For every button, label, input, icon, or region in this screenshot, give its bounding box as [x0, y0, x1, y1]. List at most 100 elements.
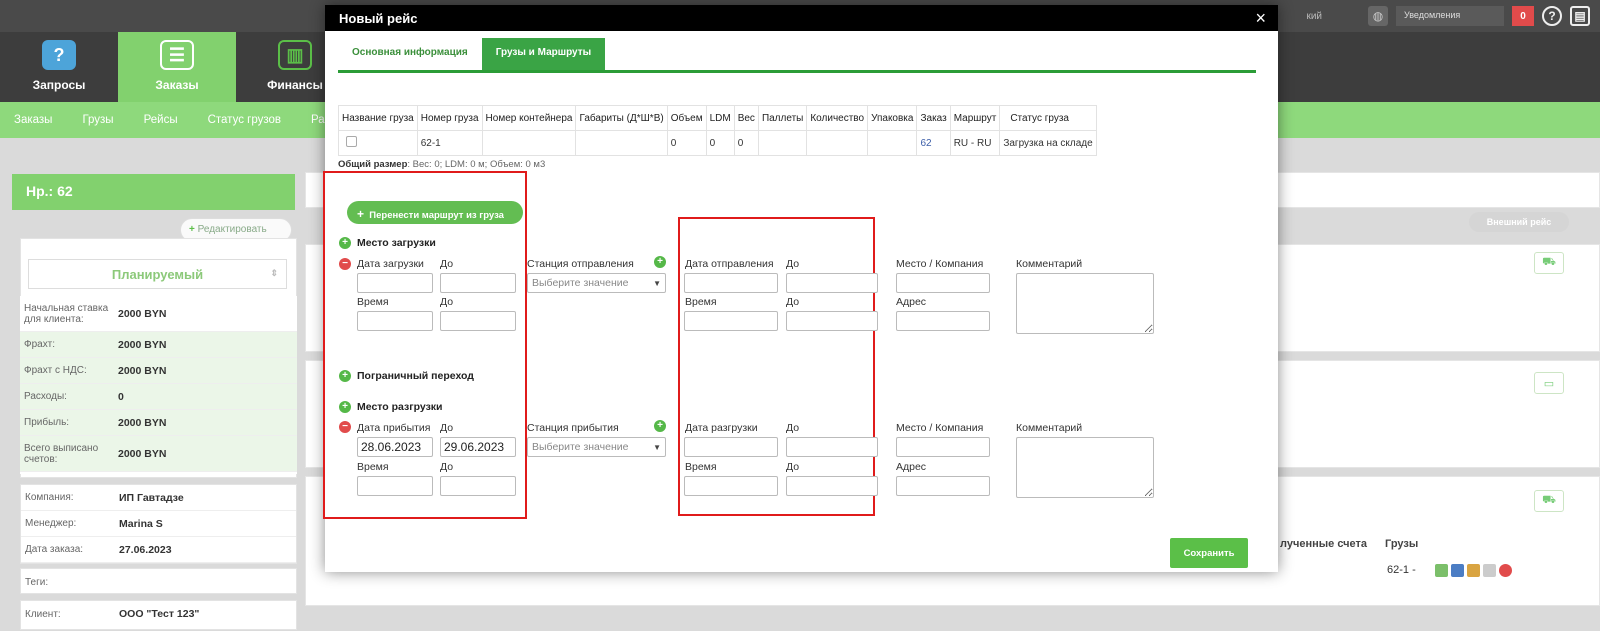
nav-requests[interactable]: ? Запросы: [0, 32, 118, 102]
subnav-cargo-status[interactable]: Статус грузов: [208, 114, 281, 126]
loading-date-input[interactable]: [357, 273, 433, 293]
unloading-place-input[interactable]: [896, 437, 990, 457]
remove-loading-icon[interactable]: −: [339, 257, 351, 270]
loading-address-input[interactable]: [896, 311, 990, 331]
globe-icon[interactable]: ◍: [1368, 6, 1388, 26]
finance-value: 2000 BYN: [118, 447, 167, 460]
tab-cargo-routes[interactable]: Грузы и Маршруты: [481, 38, 606, 70]
col-quantity: Количество: [806, 105, 869, 131]
tags-panel: Теги:: [20, 568, 297, 594]
finance-label: Прибыль:: [24, 417, 70, 428]
col-dimensions: Габариты (Д*Ш*В): [575, 105, 668, 131]
add-border-crossing-icon[interactable]: +: [339, 370, 351, 382]
loading-section-title: + Место загрузки: [339, 237, 436, 249]
departure-station-select[interactable]: Выберите значение ▼: [527, 273, 666, 293]
client-panel: Клиент: ООО "Тест 123": [20, 600, 297, 630]
subnav-orders[interactable]: Заказы: [14, 114, 52, 126]
arrival-date-to-input[interactable]: [440, 437, 516, 457]
subnav-cargo[interactable]: Грузы: [82, 114, 113, 126]
subnav-trips[interactable]: Рейсы: [144, 114, 178, 126]
book-icon[interactable]: [1451, 564, 1464, 577]
detail-row: Компания: ИП Гавтадзе: [21, 485, 296, 511]
client-value: ООО "Тест 123": [119, 608, 200, 620]
loading-date-to-input[interactable]: [440, 273, 516, 293]
unloading-time-label: Время: [685, 461, 717, 473]
unloading-time-to-input[interactable]: [786, 476, 878, 496]
departure-time-input[interactable]: [684, 311, 778, 331]
remove-unloading-icon[interactable]: −: [339, 420, 351, 433]
bus-icon[interactable]: ▭: [1534, 372, 1564, 394]
detail-value: 27.06.2023: [119, 543, 172, 556]
loading-time-input[interactable]: [357, 311, 433, 331]
cargo-checkbox[interactable]: [346, 136, 357, 147]
loading-comment-label: Комментарий: [1016, 258, 1083, 270]
nav-orders[interactable]: ☰ Заказы: [118, 32, 236, 102]
cargo-cell[interactable]: 62-1 -: [1387, 564, 1416, 576]
nav-orders-label: Заказы: [155, 78, 199, 92]
total-size-label: Общий размер: [338, 159, 408, 170]
finance-row: Прибыль: 2000 BYN: [20, 410, 297, 436]
loading-comment-textarea[interactable]: [1016, 273, 1154, 334]
status-select[interactable]: Планируемый ⇕: [28, 259, 287, 289]
notifications-field[interactable]: Уведомления: [1396, 6, 1504, 26]
unloading-comment-textarea[interactable]: [1016, 437, 1154, 498]
loading-time-to-input[interactable]: [440, 311, 516, 331]
nav-finance-label: Финансы: [267, 78, 323, 92]
departure-date-input[interactable]: [684, 273, 778, 293]
finance-value: 2000 BYN: [118, 338, 167, 351]
detail-row: Дата заказа: 27.06.2023: [21, 537, 296, 563]
edit-document-icon[interactable]: [1467, 564, 1480, 577]
unloading-date-to-label: До: [786, 422, 800, 434]
nav-requests-label: Запросы: [32, 78, 86, 92]
add-loading-icon[interactable]: +: [339, 237, 351, 249]
cell-order-link[interactable]: 62: [916, 130, 951, 156]
departure-date-to-input[interactable]: [786, 273, 878, 293]
copy-icon[interactable]: [1483, 564, 1496, 577]
finance-label: Фрахт с НДС:: [24, 365, 87, 376]
departure-time-to-input[interactable]: [786, 311, 878, 331]
col-container-number: Номер контейнера: [481, 105, 577, 131]
col-pallets: Паллеты: [757, 105, 808, 131]
add-departure-station-icon[interactable]: +: [654, 256, 666, 268]
delete-icon[interactable]: [1499, 564, 1512, 577]
detail-label: Дата заказа:: [25, 544, 84, 555]
loading-place-label: Место / Компания: [896, 258, 984, 270]
finance-row: Фрахт с НДС: 2000 BYN: [20, 358, 297, 384]
arrival-date-input[interactable]: [357, 437, 433, 457]
unloading-comment-label: Комментарий: [1016, 422, 1083, 434]
finance-label: Начальная ставка для клиента:: [24, 302, 109, 325]
finance-list: Начальная ставка для клиента: 2000 BYN Фр…: [20, 296, 297, 474]
clipboard-icon[interactable]: ▤: [1570, 6, 1590, 26]
finance-row: Всего выписано счетов: 2000 BYN: [20, 436, 297, 472]
select-arrows-icon: ⇕: [270, 268, 278, 278]
arrival-time-to-label: До: [440, 461, 454, 473]
add-arrival-station-icon[interactable]: +: [654, 420, 666, 432]
delivery-truck-icon[interactable]: ⛟: [1534, 490, 1564, 512]
save-button[interactable]: Сохранить: [1170, 538, 1248, 568]
arrival-date-to-label: До: [440, 422, 454, 434]
loading-time-label: Время: [357, 296, 389, 308]
client-label: Клиент:: [25, 608, 61, 620]
add-unloading-icon[interactable]: +: [339, 401, 351, 413]
orders-icon: ☰: [160, 40, 194, 70]
unloading-date-input[interactable]: [684, 437, 778, 457]
close-icon[interactable]: ×: [1255, 8, 1266, 29]
external-trip-button[interactable]: Внешний рейс: [1469, 212, 1569, 232]
unloading-date-to-input[interactable]: [786, 437, 878, 457]
tab-main-info[interactable]: Основная информация: [338, 38, 482, 70]
tags-row: Теги:: [21, 569, 296, 595]
subnav-partial[interactable]: Ра: [311, 114, 325, 126]
notifications-count-badge[interactable]: 0: [1512, 6, 1534, 26]
modal-title: Новый рейс: [339, 11, 418, 26]
unloading-address-input[interactable]: [896, 476, 990, 496]
loading-place-input[interactable]: [896, 273, 990, 293]
arrival-station-select[interactable]: Выберите значение ▼: [527, 437, 666, 457]
help-icon[interactable]: ?: [1542, 6, 1562, 26]
arrival-time-input[interactable]: [357, 476, 433, 496]
transfer-route-button[interactable]: + Перенести маршрут из груза: [347, 201, 523, 224]
arrival-time-to-input[interactable]: [440, 476, 516, 496]
add-document-icon[interactable]: [1435, 564, 1448, 577]
cell-quantity: [806, 130, 869, 156]
unloading-time-input[interactable]: [684, 476, 778, 496]
truck-icon[interactable]: ⛟: [1534, 252, 1564, 274]
